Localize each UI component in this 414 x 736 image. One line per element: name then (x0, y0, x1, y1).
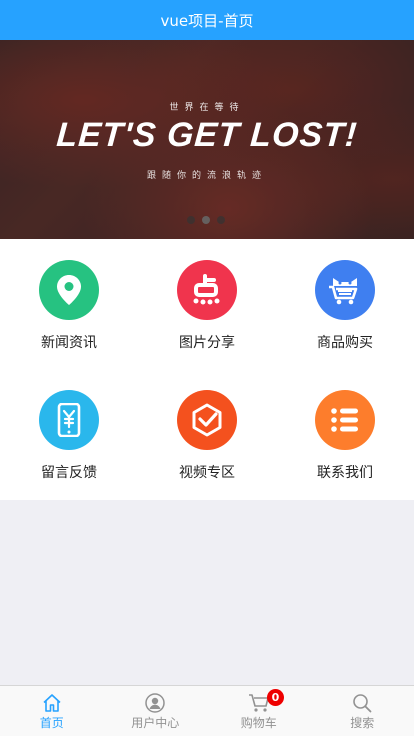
user-icon (145, 693, 165, 713)
tab-search[interactable]: 搜索 (311, 686, 414, 736)
nav-grid: 新闻资讯 图片分享 商品购买 留言反馈 视频专区 联系我们 (0, 239, 414, 500)
app-header: vue项目-首页 (0, 0, 414, 40)
dianping-icon (177, 260, 237, 320)
banner-carousel[interactable]: 世界在等待 LET'S GET LOST! 跟随你的流浪轨迹 (0, 40, 414, 239)
grid-item-feedback[interactable]: 留言反馈 (0, 369, 138, 499)
check-hexagon-icon (177, 390, 237, 450)
tab-label: 首页 (39, 716, 64, 730)
home-icon (42, 693, 62, 713)
grid-item-label: 新闻资讯 (41, 335, 97, 351)
list-icon (315, 390, 375, 450)
grid-item-label: 商品购买 (317, 335, 373, 351)
grid-item-video[interactable]: 视频专区 (138, 369, 276, 499)
grid-item-label: 图片分享 (179, 335, 235, 351)
tab-user-center[interactable]: 用户中心 (104, 686, 208, 736)
tab-label: 用户中心 (131, 716, 180, 730)
cart-count-badge: 0 (267, 689, 284, 706)
search-icon (352, 693, 372, 713)
tab-label: 购物车 (240, 716, 277, 730)
tab-label: 搜索 (350, 716, 375, 730)
tab-home[interactable]: 首页 (0, 686, 104, 736)
banner-sub-text: 跟随你的流浪轨迹 (146, 171, 267, 181)
location-pin-icon (39, 260, 99, 320)
tab-cart[interactable]: 0 购物车 (207, 686, 311, 736)
page-title: vue项目-首页 (160, 11, 254, 30)
grid-item-label: 留言反馈 (41, 465, 97, 481)
carousel-indicators (187, 216, 225, 224)
grid-item-shop[interactable]: 商品购买 (276, 239, 414, 369)
banner-small-text: 世界在等待 (169, 103, 245, 113)
grid-item-contact[interactable]: 联系我们 (276, 369, 414, 499)
carousel-dot[interactable] (217, 216, 225, 224)
grid-item-photos[interactable]: 图片分享 (138, 239, 276, 369)
cart-cat-icon (315, 260, 375, 320)
tab-bar: 首页 用户中心 0 购物车 搜索 (0, 685, 414, 736)
carousel-dot-active[interactable] (202, 216, 210, 224)
banner-headline: LET'S GET LOST! (55, 116, 359, 154)
grid-item-news[interactable]: 新闻资讯 (0, 239, 138, 369)
grid-item-label: 联系我们 (317, 465, 373, 481)
banner-slide: 世界在等待 LET'S GET LOST! 跟随你的流浪轨迹 (0, 40, 414, 239)
phone-yuan-icon (39, 390, 99, 450)
carousel-dot[interactable] (187, 216, 195, 224)
grid-item-label: 视频专区 (179, 465, 235, 481)
